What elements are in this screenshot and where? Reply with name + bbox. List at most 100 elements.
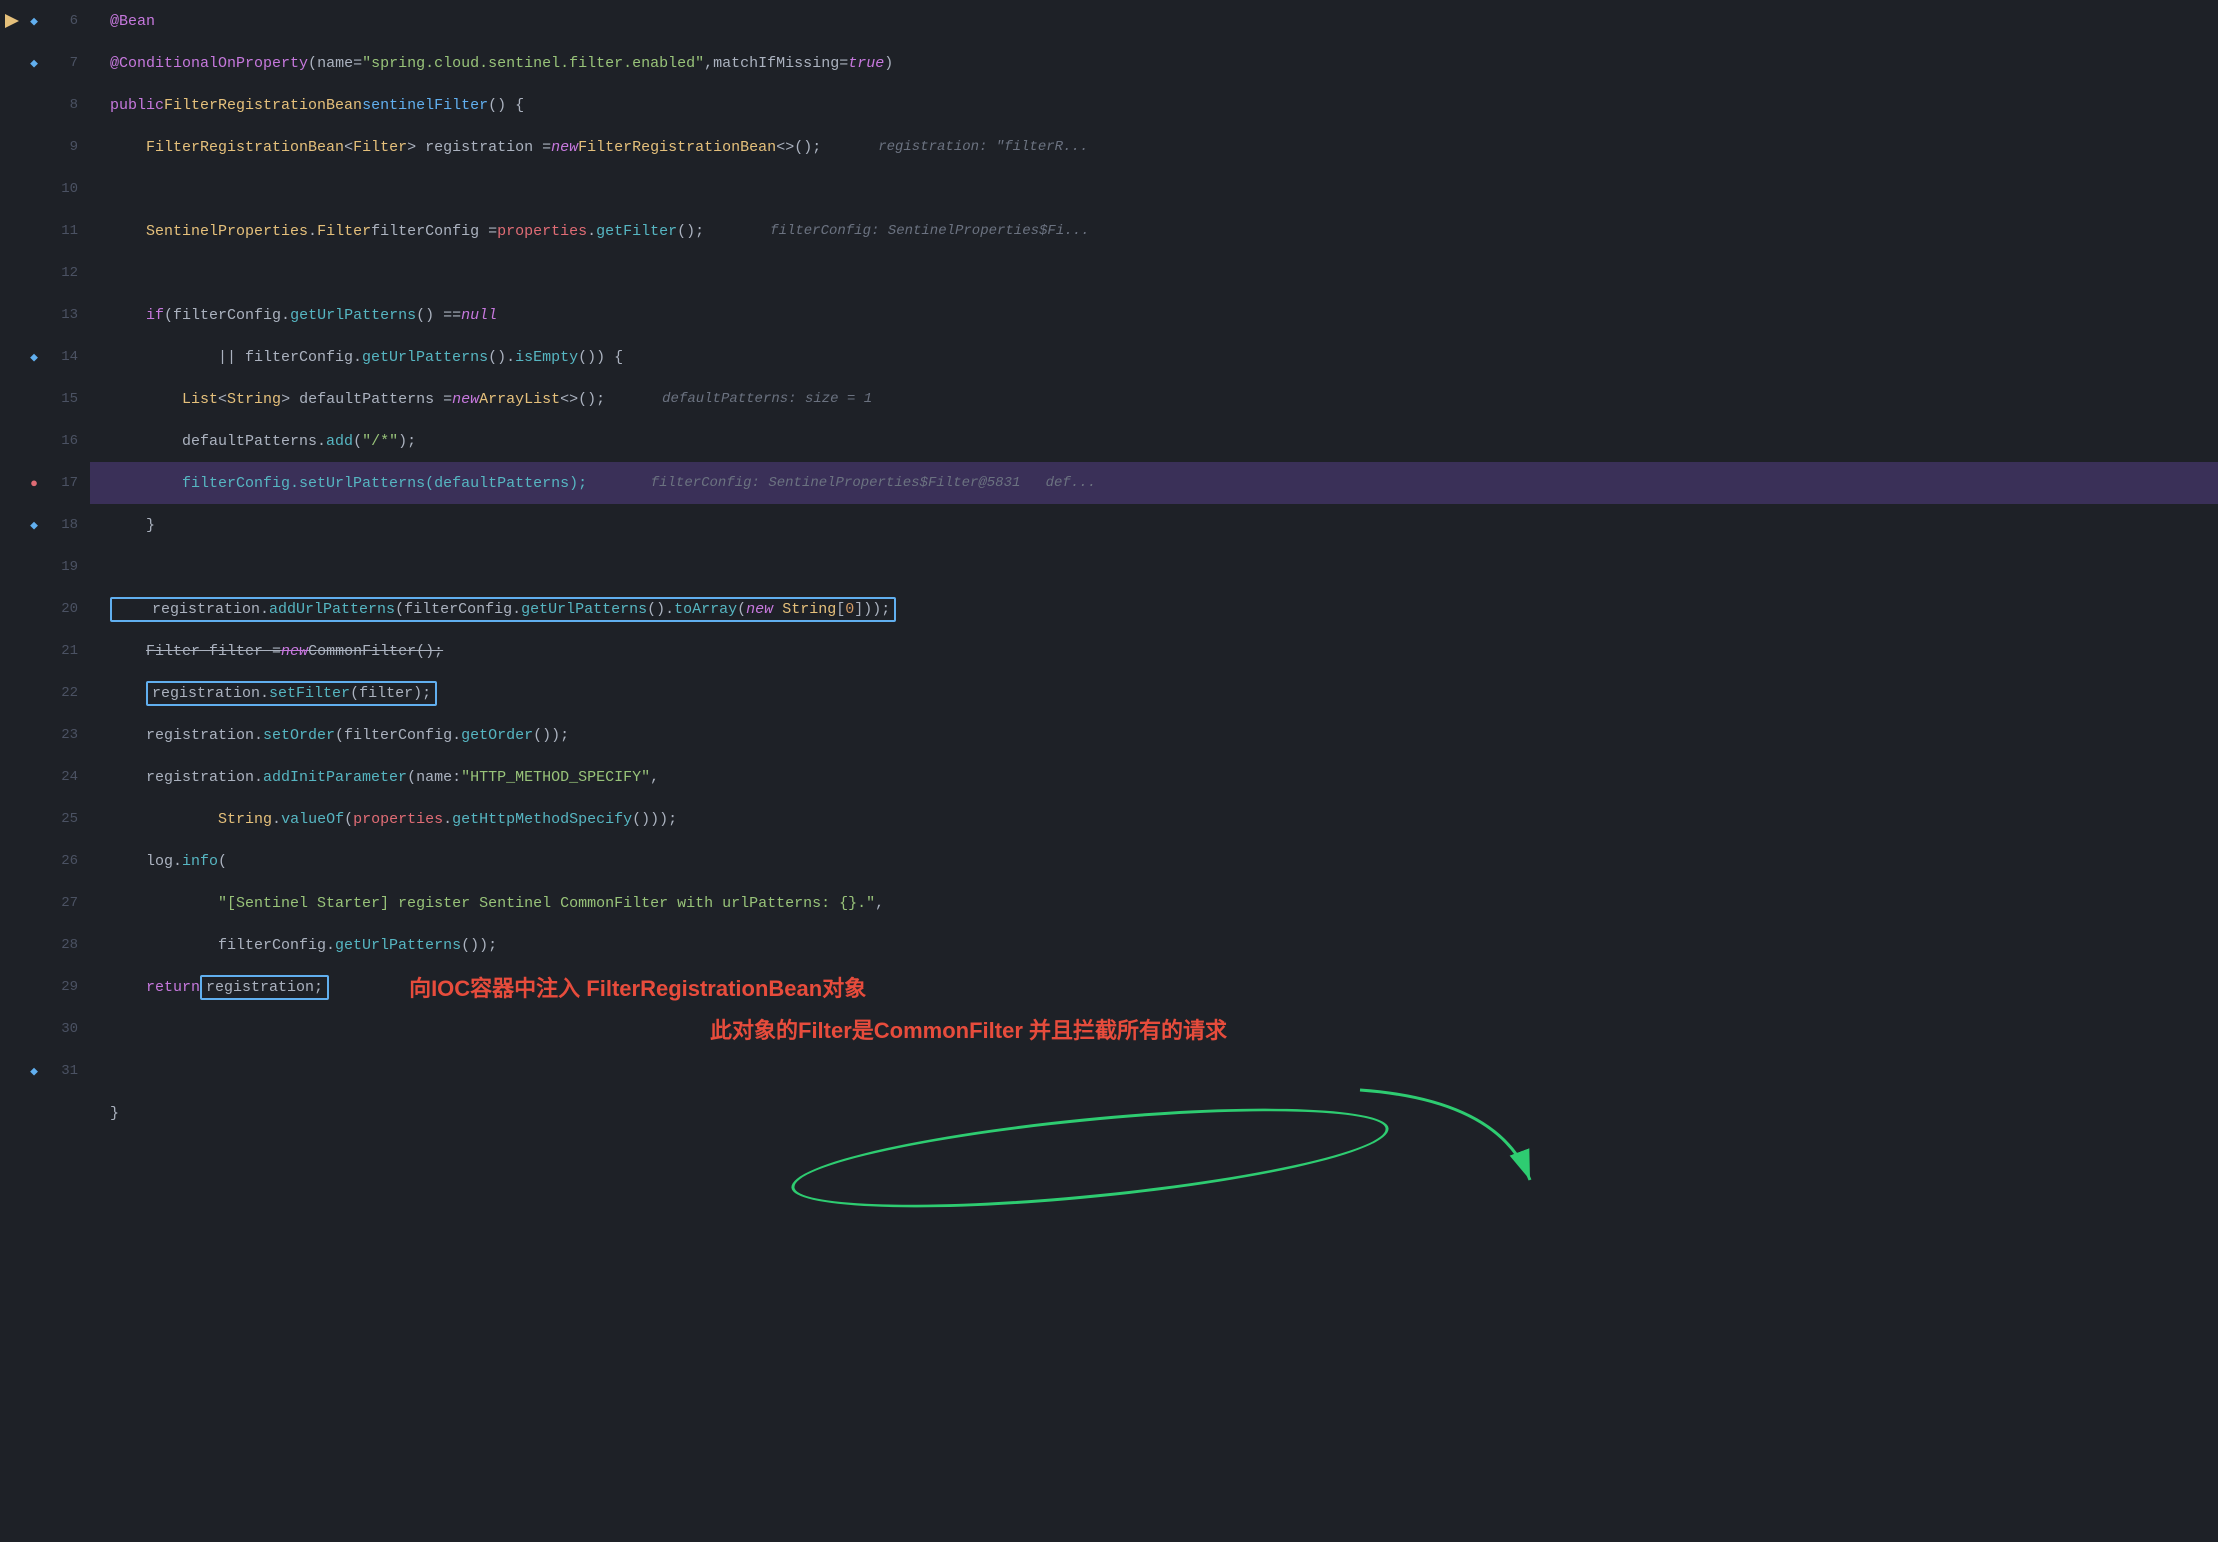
red-annotation-line2: 此对象的Filter是CommonFilter 并且拦截所有的请求 [710,1013,1227,1045]
code-line-17: filterConfig.setUrlPatterns(defaultPatte… [90,462,2218,504]
red-annotation-line1: 向IOC容器中注入 FilterRegistrationBean对象 [409,971,866,1003]
debug-val-9: registration: "filterR... [878,139,1088,155]
line-num-28: 28 [48,937,78,953]
line-num-10: 10 [48,181,78,197]
code-line-11: SentinelProperties.Filter filterConfig =… [90,210,2218,252]
gutter-row-10: 10 [0,168,82,210]
code-editor: ◆ 6 ◆ 7 8 9 10 11 [0,0,2218,1542]
line-num-30: 30 [48,1021,78,1037]
str-wildcard-16: "/*" [362,433,398,450]
code-line-29: return registration; 向IOC容器中注入 FilterReg… [90,966,2218,1008]
code-line-25: String.valueOf(properties.getHttpMethodS… [90,798,2218,840]
code-line-12 [90,252,2218,294]
cls-arraylist-15: ArrayList [479,391,560,408]
kw-new-15: new [452,391,479,408]
gutter-row-11: 11 [0,210,82,252]
fn-geturlpatterns-13: getUrlPatterns [290,307,416,324]
gutter-row-17: ● 17 [0,462,82,504]
bookmark-icon-7: ◆ [26,55,42,71]
kw-new-9: new [551,139,578,156]
fn-info-26: info [182,853,218,870]
gutter-row-31: ◆ 31 [0,1050,82,1092]
line-num-11: 11 [48,223,78,239]
fn-getorder-23: getOrder [461,727,533,744]
cls-sentinel-props-11: SentinelProperties [146,223,308,240]
fn-geturlpatterns-14: getUrlPatterns [362,349,488,366]
gutter-row-8: 8 [0,84,82,126]
line-num-17: 17 [48,475,78,491]
kw-if-13: if [146,307,164,324]
fn-setfilter-22: setFilter [269,685,350,702]
line-num-7: 7 [48,55,78,71]
gutter-row-29: 29 [0,966,82,1008]
annotation-conditional: @ConditionalOnProperty [110,55,308,72]
code-line-19 [90,546,2218,588]
fn-valueof-25: valueOf [281,811,344,828]
line-num-15: 15 [48,391,78,407]
outline-box-line20: registration.addUrlPatterns(filterConfig… [110,597,896,622]
fn-isempty-14: isEmpty [515,349,578,366]
code-line-18: } [90,504,2218,546]
bookmark-icon-31: ◆ [26,1063,42,1079]
outline-box-line29: registration; [200,975,329,1000]
line-num-26: 26 [48,853,78,869]
gutter-row-21: 21 [0,630,82,672]
code-line-27: "[Sentinel Starter] register Sentinel Co… [90,882,2218,924]
fn-getfilter-11: getFilter [596,223,677,240]
line-num-31: 31 [48,1063,78,1079]
line-num-24: 24 [48,769,78,785]
gutter-row-23: 23 [0,714,82,756]
line-num-6: 6 [48,13,78,29]
var-properties-11: properties [497,223,587,240]
gutter-row-26: 26 [0,840,82,882]
debug-val-17: filterConfig: SentinelProperties$Filter@… [617,475,1096,491]
line-number-gutter: ◆ 6 ◆ 7 8 9 10 11 [0,0,90,1542]
breakpoint-icon-17[interactable]: ● [26,475,42,491]
gutter-row-28: 28 [0,924,82,966]
gutter-row-16: 16 [0,420,82,462]
gutter-row-24: 24 [0,756,82,798]
gutter-row-14: ◆ 14 [0,336,82,378]
kw-null-13: null [461,307,497,324]
fn-gethttpmethodspecify-25: getHttpMethodSpecify [452,811,632,828]
code-line-30 [90,1050,2218,1092]
code-line-24: registration.addInitParameter( name: "HT… [90,756,2218,798]
code-21-strikethrough: Filter filter = [146,643,281,660]
kw-return-29: return [146,979,200,996]
annotation-bean: @Bean [110,13,155,30]
cls-filterreg-9: FilterRegistrationBean [146,139,344,156]
cls-string-15: String [227,391,281,408]
fn-geturlpatterns-28: getUrlPatterns [335,937,461,954]
gutter-row-18: ◆ 18 [0,504,82,546]
kw-true-7: true [848,55,884,72]
code-line-15: List<String> defaultPatterns = new Array… [90,378,2218,420]
gutter-row-13: 13 [0,294,82,336]
line-num-25: 25 [48,811,78,827]
kw-new-20: new [746,601,773,618]
code-line-7: @ConditionalOnProperty(name = "spring.cl… [90,42,2218,84]
fn-add-16: add [326,433,353,450]
fn-toarray-20: toArray [674,601,737,618]
code-line-26: log.info( [90,840,2218,882]
debug-val-11: filterConfig: SentinelProperties$Fi... [770,223,1089,239]
cls-filter-9: Filter [353,139,407,156]
gutter-row-25: 25 [0,798,82,840]
num-0-20: 0 [845,601,854,618]
code-content: ◆ 6 ◆ 7 8 9 10 11 [0,0,2218,1542]
kw-public-8: public [110,97,164,114]
fn-seturlpatterns-17: setUrlPatterns [299,475,425,492]
debug-val-15: defaultPatterns: size = 1 [662,391,872,407]
line-num-21: 21 [48,643,78,659]
paren-open-7: ( [308,55,317,72]
str-sentinel-log-27: "[Sentinel Starter] register Sentinel Co… [218,895,875,912]
cls-filter-11: Filter [317,223,371,240]
cls-string-25: String [218,811,272,828]
line-num-23: 23 [48,727,78,743]
fn-sentinelfilter: sentinelFilter [362,97,488,114]
bookmark-icon-14: ◆ [26,349,42,365]
code-line-20: registration.addUrlPatterns(filterConfig… [90,588,2218,630]
code-line-10 [90,168,2218,210]
outline-box-line22: registration.setFilter(filter); [146,681,437,706]
line-num-20: 20 [48,601,78,617]
annotation-line-2-row: 此对象的Filter是CommonFilter 并且拦截所有的请求 [90,1008,2218,1050]
